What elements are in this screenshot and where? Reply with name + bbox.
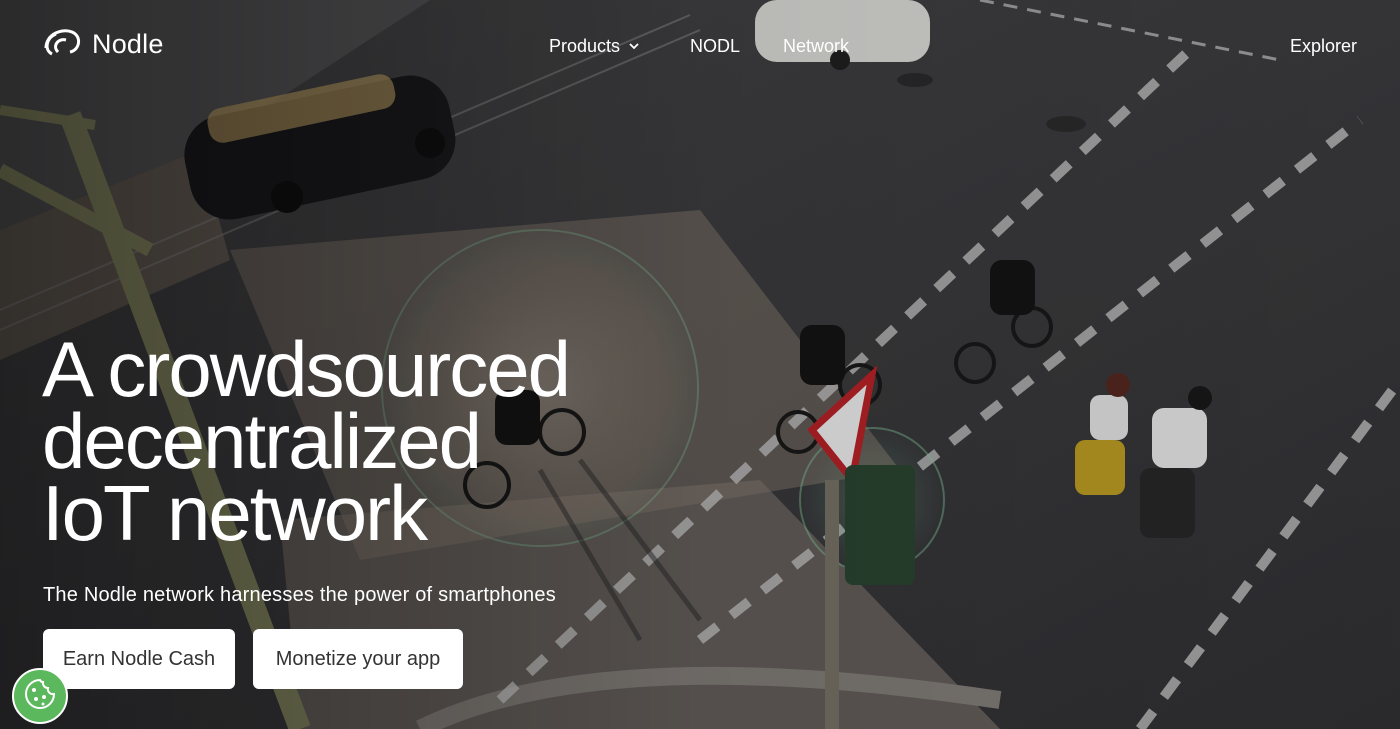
earn-nodle-cash-button[interactable]: Earn Nodle Cash <box>43 629 235 689</box>
cookie-settings-button[interactable] <box>12 668 68 724</box>
hero-subtitle: The Nodle network harnesses the power of… <box>43 584 556 606</box>
nav-network[interactable]: Network <box>783 36 849 57</box>
chevron-down-icon <box>628 36 640 57</box>
main-nav: Products NODL Network Explorer <box>0 36 1400 60</box>
hero-headline: A crowdsourced decentralized IoT network <box>42 325 682 557</box>
hero-headline-line-2: decentralized <box>42 397 482 485</box>
nav-products-label: Products <box>549 36 621 56</box>
nav-explorer[interactable]: Explorer <box>1290 36 1357 57</box>
monetize-your-app-button[interactable]: Monetize your app <box>253 629 463 689</box>
nav-nodl[interactable]: NODL <box>690 36 740 57</box>
hero-headline-line-3: IoT network <box>42 469 428 557</box>
nav-products[interactable]: Products <box>549 36 640 57</box>
cookie-icon <box>23 677 57 716</box>
hero-headline-line-1: A crowdsourced <box>42 325 571 413</box>
